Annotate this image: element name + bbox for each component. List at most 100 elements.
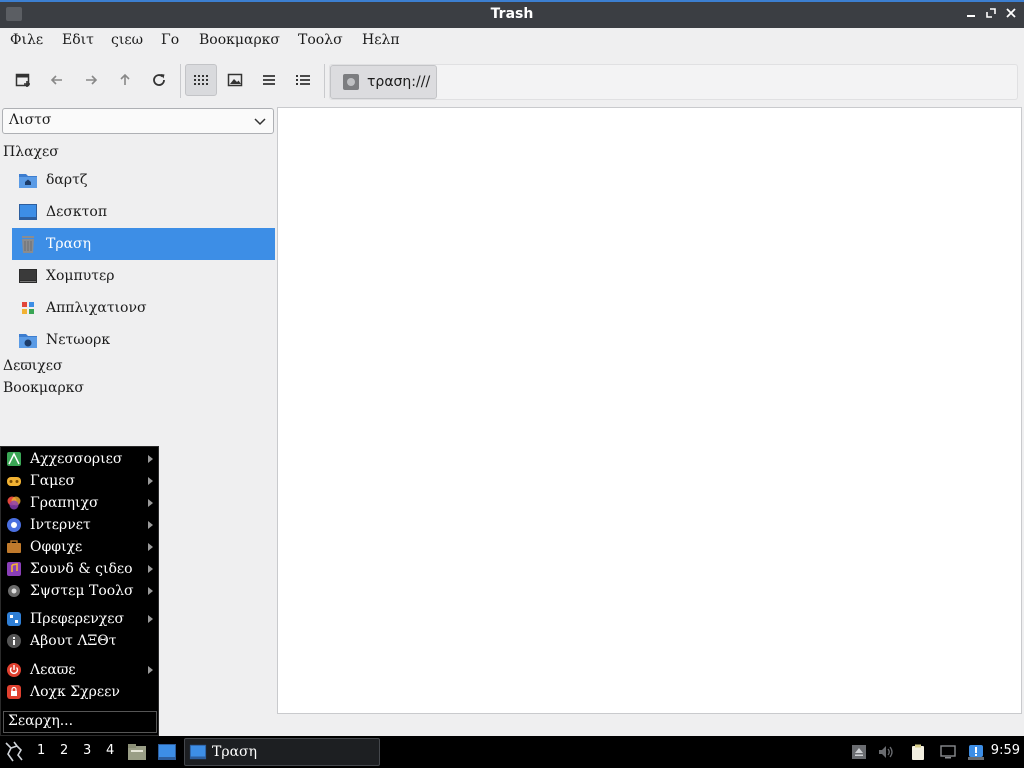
accessories-icon: [7, 452, 21, 466]
clock[interactable]: 9:59: [991, 743, 1020, 758]
lxqt-logo-icon: [5, 741, 23, 762]
maximize-button[interactable]: [983, 6, 999, 22]
menu-item-graphics[interactable]: Γραπηιχσ: [1, 492, 159, 514]
menu-item-accessories[interactable]: Αχχεσσοριεσ: [1, 448, 159, 470]
workspace-2[interactable]: 2: [60, 743, 68, 758]
new-tab-button[interactable]: [7, 64, 39, 96]
close-button[interactable]: [1003, 6, 1019, 22]
chevron-down-icon: [254, 118, 266, 126]
reload-button[interactable]: [143, 64, 175, 96]
menu-item-games[interactable]: Γαμεσ: [1, 470, 159, 492]
submenu-arrow-icon: [148, 666, 153, 674]
menu-item-label: Λοχκ Σχρεεν: [30, 684, 120, 700]
thumbnail-view-icon: [227, 73, 243, 87]
thumbnail-view-button[interactable]: [219, 64, 251, 96]
system-tools-icon: [8, 585, 20, 597]
sidebar-item-label: Χομπυτερ: [46, 268, 115, 284]
up-icon: [120, 73, 130, 85]
menu-go[interactable]: Γο: [161, 32, 179, 48]
compact-view-button[interactable]: [253, 64, 285, 96]
sidebar-item-desktop[interactable]: Δεσκτοπ: [12, 196, 275, 228]
sidebar-item-trash[interactable]: Τραση: [12, 228, 275, 260]
taskbar-task-trash[interactable]: Τραση: [184, 738, 380, 766]
sidebar-item-network[interactable]: Νετωορκ: [12, 324, 275, 356]
menu-item-office[interactable]: Οφφιχε: [1, 536, 159, 558]
update-notifier-icon[interactable]: [967, 743, 985, 761]
leave-icon: [7, 663, 21, 677]
menubar: Φιλε Εδιτ ςιεω Γο Βοοκμαρκσ Τοολσ Ηελπ: [0, 28, 1024, 56]
file-manager-icon: [128, 744, 146, 760]
submenu-arrow-icon: [148, 543, 153, 551]
window-titlebar[interactable]: Trash: [0, 0, 1024, 28]
menu-item-leave[interactable]: Λεαϖε: [1, 659, 159, 681]
menu-item-preferences[interactable]: Πρεφερενχεσ: [1, 608, 159, 630]
workspace-3[interactable]: 3: [83, 743, 91, 758]
menu-item-sound-video[interactable]: Σουνδ & ςιδεο: [1, 558, 159, 580]
toolbar-separator: [180, 64, 181, 98]
reload-icon: [153, 74, 165, 86]
volume-icon[interactable]: [877, 743, 895, 761]
sidebar-item-applications[interactable]: Αππλιχατιονσ: [12, 292, 275, 324]
show-desktop-button[interactable]: [157, 742, 177, 762]
menu-bookmarks[interactable]: Βοοκμαρκσ: [199, 32, 280, 48]
menu-item-lock-screen[interactable]: Λοχκ Σχρεεν: [1, 681, 159, 703]
menu-item-internet[interactable]: Ιντερνετ: [1, 514, 159, 536]
sidebar-item-label: Τραση: [46, 236, 91, 252]
clipboard-icon[interactable]: [909, 743, 927, 761]
submenu-arrow-icon: [148, 615, 153, 623]
side-pane: Λιστσ Πλαχεσ δαρτζ Δεσκτοπ Τραση Χομπυτε…: [0, 106, 276, 446]
desktop-icon: [18, 202, 38, 222]
up-button[interactable]: [109, 64, 141, 96]
preferences-icon: [7, 612, 21, 626]
office-icon: [7, 540, 21, 553]
screen-icon[interactable]: [939, 743, 957, 761]
graphics-icon: [7, 496, 21, 510]
about-icon: [7, 634, 21, 648]
menu-item-about[interactable]: Αβουτ ΛΞΘτ: [1, 630, 159, 652]
workspace-1[interactable]: 1: [37, 743, 45, 758]
menu-item-system-tools[interactable]: Σψστεμ Τοολσ: [1, 580, 159, 602]
close-icon: [1006, 8, 1016, 18]
workspace-4[interactable]: 4: [106, 743, 114, 758]
menu-item-label: Γαμεσ: [30, 473, 76, 489]
taskbar: 1 2 3 4 Τραση 9:59: [0, 736, 1024, 768]
location-bar[interactable]: τραση:///: [329, 64, 1018, 100]
menu-item-label: Αβουτ ΛΞΘτ: [30, 633, 117, 649]
location-path-button[interactable]: τραση:///: [330, 65, 437, 99]
games-icon: [7, 477, 21, 486]
computer-icon: [18, 266, 38, 286]
compact-view-icon: [263, 75, 275, 85]
menu-view[interactable]: ςιεω: [111, 32, 143, 48]
sidebar-item-label: Δεσκτοπ: [46, 204, 108, 220]
restore-icon: [986, 8, 996, 18]
network-icon: [18, 330, 38, 350]
window-title: Trash: [490, 6, 534, 22]
back-button[interactable]: [41, 64, 73, 96]
sidebar-item-home[interactable]: δαρτζ: [12, 164, 275, 196]
menu-item-label: Οφφιχε: [30, 539, 83, 555]
side-pane-mode-select[interactable]: Λιστσ: [2, 108, 274, 134]
menu-file[interactable]: Φιλε: [10, 32, 43, 48]
submenu-arrow-icon: [148, 455, 153, 463]
trash-icon: [18, 234, 38, 254]
start-menu-search-input[interactable]: Σεαρχη...: [3, 711, 157, 733]
menu-edit[interactable]: Εδιτ: [62, 32, 94, 48]
menu-item-label: Ιντερνετ: [30, 517, 91, 533]
bookmarks-heading[interactable]: Βοοκμαρκσ: [3, 380, 84, 396]
sidebar-item-computer[interactable]: Χομπυτερ: [12, 260, 275, 292]
places-heading[interactable]: Πλαχεσ: [3, 144, 59, 160]
file-manager-launcher[interactable]: [127, 742, 147, 762]
file-view-area[interactable]: [277, 107, 1022, 714]
start-menu-button[interactable]: [3, 740, 25, 764]
forward-button[interactable]: [75, 64, 107, 96]
taskbar-task-label: Τραση: [212, 744, 257, 760]
removable-media-icon[interactable]: [850, 743, 868, 761]
minimize-button[interactable]: [963, 6, 979, 22]
menu-tools[interactable]: Τοολσ: [298, 32, 343, 48]
menu-item-label: Σψστεμ Τοολσ: [30, 583, 134, 599]
menu-help[interactable]: Ηελπ: [362, 32, 400, 48]
detailed-list-button[interactable]: [287, 64, 319, 96]
icon-view-button[interactable]: [185, 64, 217, 96]
devices-heading[interactable]: Δεϖιχεσ: [3, 358, 63, 374]
back-icon: [50, 75, 62, 85]
